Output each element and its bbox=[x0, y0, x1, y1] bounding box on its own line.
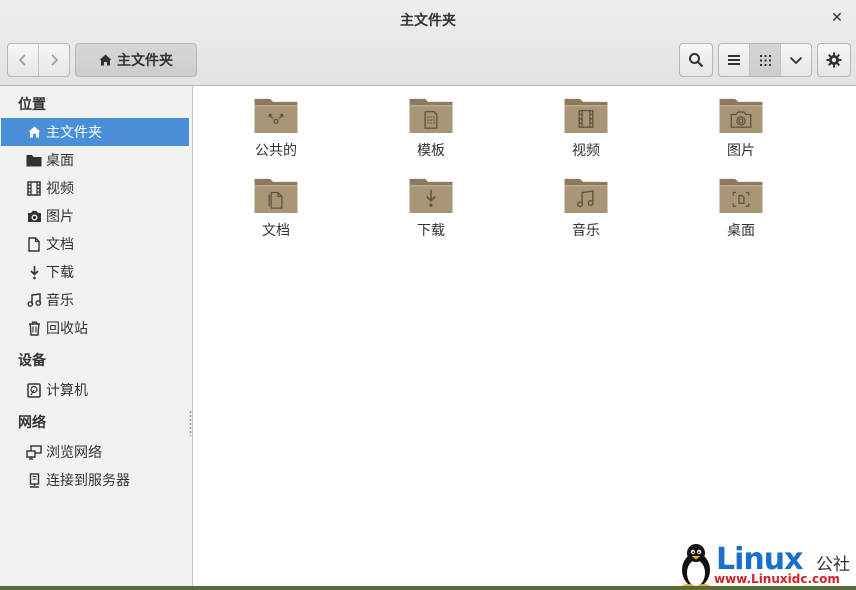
network-icon bbox=[26, 444, 42, 460]
sidebar-item-label: 文档 bbox=[46, 237, 74, 253]
desktop-folder-icon bbox=[719, 178, 763, 214]
sidebar-item-pictures[interactable]: 图片 bbox=[1, 202, 189, 230]
navigation-buttons bbox=[7, 43, 70, 77]
grid-view-icon bbox=[759, 54, 771, 66]
drive-icon bbox=[26, 382, 42, 398]
sidebar-item-label: 下载 bbox=[46, 265, 74, 281]
chevron-down-icon bbox=[789, 56, 803, 64]
music-folder-icon bbox=[564, 178, 608, 214]
folder-label: 公共的 bbox=[255, 143, 297, 159]
folder-icon bbox=[26, 152, 42, 168]
sidebar-item-trash[interactable]: 回收站 bbox=[1, 314, 189, 342]
folder-label: 文档 bbox=[262, 223, 290, 239]
chevron-left-icon bbox=[19, 54, 26, 66]
sidebar-item-documents[interactable]: 文档 bbox=[1, 230, 189, 258]
videos-folder-icon bbox=[564, 98, 608, 134]
sidebar: 位置 主文件夹 桌面 视频 图片 文档 下载 音乐 回收站 设备 计算机 网络 … bbox=[0, 86, 193, 590]
list-view-icon bbox=[728, 55, 740, 65]
pictures-folder-icon bbox=[719, 98, 763, 134]
search-icon bbox=[689, 53, 704, 68]
penguin-icon bbox=[681, 544, 711, 590]
download-icon bbox=[26, 264, 42, 280]
folder-label: 桌面 bbox=[727, 223, 755, 239]
chevron-right-icon bbox=[51, 54, 59, 66]
folder-label: 下载 bbox=[417, 223, 445, 239]
folder-item-videos[interactable]: 视频 bbox=[516, 86, 656, 160]
folder-item-downloads[interactable]: 下载 bbox=[361, 166, 501, 240]
gear-icon bbox=[826, 52, 842, 68]
camera-icon bbox=[26, 208, 42, 224]
folder-item-desktop[interactable]: 桌面 bbox=[671, 166, 811, 240]
sidebar-section-places: 位置 bbox=[18, 97, 46, 113]
path-label: 主文件夹 bbox=[117, 53, 173, 69]
music-icon bbox=[26, 292, 42, 308]
sidebar-item-label: 回收站 bbox=[46, 321, 88, 337]
folder-item-documents[interactable]: 文档 bbox=[206, 166, 346, 240]
grid-view-button[interactable] bbox=[749, 44, 780, 76]
trash-icon bbox=[26, 320, 42, 336]
settings-menu-button[interactable] bbox=[817, 43, 851, 77]
view-options-dropdown[interactable] bbox=[780, 44, 811, 76]
folder-item-public[interactable]: 公共的 bbox=[206, 86, 346, 160]
sidebar-section-network: 网络 bbox=[18, 415, 46, 431]
sidebar-item-browse-network[interactable]: 浏览网络 bbox=[1, 438, 189, 466]
forward-button[interactable] bbox=[38, 44, 69, 76]
film-icon bbox=[26, 180, 42, 196]
folder-item-music[interactable]: 音乐 bbox=[516, 166, 656, 240]
templates-folder-icon bbox=[409, 98, 453, 134]
sidebar-item-music[interactable]: 音乐 bbox=[1, 286, 189, 314]
sidebar-item-home[interactable]: 主文件夹 bbox=[1, 118, 189, 146]
document-icon bbox=[26, 236, 42, 252]
documents-folder-icon bbox=[254, 178, 298, 214]
folder-item-pictures[interactable]: 图片 bbox=[671, 86, 811, 160]
desktop-edge bbox=[0, 586, 856, 590]
search-button[interactable] bbox=[679, 43, 713, 77]
sidebar-section-devices: 设备 bbox=[18, 353, 46, 369]
sidebar-item-videos[interactable]: 视频 bbox=[1, 174, 189, 202]
sidebar-item-label: 音乐 bbox=[46, 293, 74, 309]
view-switcher bbox=[718, 43, 812, 77]
watermark-url: www.Linuxidc.com bbox=[714, 572, 840, 586]
list-view-button[interactable] bbox=[719, 44, 749, 76]
header-bar: 主文件夹 ✕ 主文件夹 bbox=[0, 0, 856, 86]
sidebar-item-label: 浏览网络 bbox=[46, 445, 102, 461]
folder-label: 模板 bbox=[417, 143, 445, 159]
folder-item-templates[interactable]: 模板 bbox=[361, 86, 501, 160]
sidebar-item-label: 主文件夹 bbox=[46, 125, 102, 141]
downloads-folder-icon bbox=[409, 178, 453, 214]
sidebar-item-label: 桌面 bbox=[46, 153, 74, 169]
server-icon bbox=[26, 472, 42, 488]
path-bar-home-button[interactable]: 主文件夹 bbox=[75, 43, 197, 77]
back-button[interactable] bbox=[8, 44, 38, 76]
file-grid: 公共的 模板 视频 图片 文档 下载 音乐 桌面 bbox=[194, 86, 856, 590]
watermark-logo: Linux 公社 www.Linuxidc.com bbox=[678, 540, 856, 590]
home-icon bbox=[26, 124, 42, 140]
sidebar-item-computer[interactable]: 计算机 bbox=[1, 376, 189, 404]
sidebar-item-label: 连接到服务器 bbox=[46, 473, 130, 489]
sidebar-item-desktop[interactable]: 桌面 bbox=[1, 146, 189, 174]
file-manager-window: 主文件夹 ✕ 主文件夹 位置 主文件夹 桌面 视频 图片 文档 下载 音乐 回收… bbox=[0, 0, 856, 590]
window-title: 主文件夹 bbox=[400, 13, 456, 29]
folder-label: 图片 bbox=[727, 143, 755, 159]
folder-label: 视频 bbox=[572, 143, 600, 159]
close-icon[interactable]: ✕ bbox=[828, 9, 846, 27]
folder-label: 音乐 bbox=[572, 223, 600, 239]
public-folder-icon bbox=[254, 98, 298, 134]
sidebar-item-label: 计算机 bbox=[46, 383, 88, 399]
sidebar-resize-handle[interactable] bbox=[189, 410, 192, 436]
sidebar-item-label: 图片 bbox=[46, 209, 74, 225]
sidebar-item-connect-server[interactable]: 连接到服务器 bbox=[1, 466, 189, 494]
sidebar-item-downloads[interactable]: 下载 bbox=[1, 258, 189, 286]
sidebar-item-label: 视频 bbox=[46, 181, 74, 197]
home-icon bbox=[99, 54, 112, 66]
